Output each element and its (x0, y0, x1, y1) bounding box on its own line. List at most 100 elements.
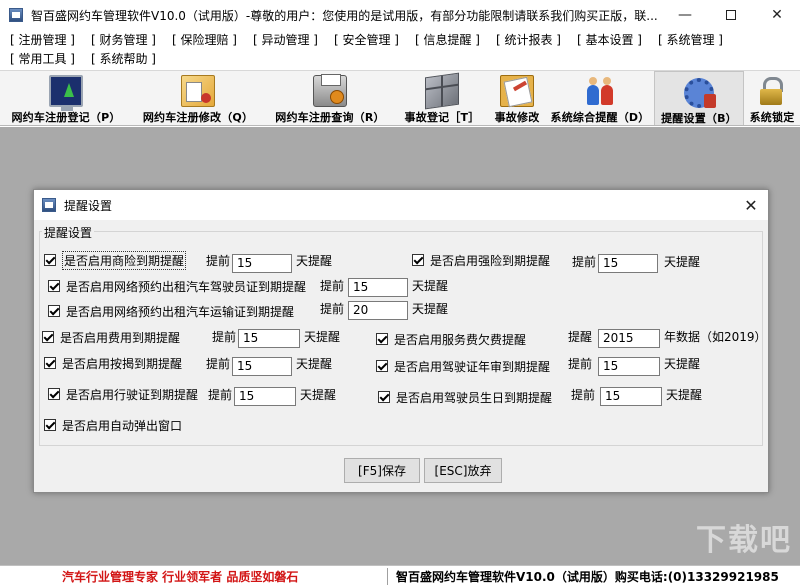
transport-cert-checkbox[interactable]: 是否启用网络预约出租汽车运输证到期提醒 (48, 302, 294, 320)
cancel-button[interactable]: [ESC]放弃 (424, 458, 502, 483)
folder-icon (500, 75, 534, 107)
dialog-app-icon (42, 198, 56, 212)
box-icon (425, 73, 459, 110)
toolbar-label: 提醒设置（B） (661, 110, 737, 126)
checkbox-box[interactable] (412, 254, 424, 266)
driver-cert-days-input[interactable]: 15 (348, 278, 408, 297)
toolbar-label: 网约车注册修改（Q） (143, 109, 253, 125)
toolbar-lock-button[interactable]: 系统锁定 (744, 71, 800, 126)
checkbox-box[interactable] (376, 333, 388, 345)
driver-cert-checkbox[interactable]: 是否启用网络预约出租汽车驾驶员证到期提醒 (48, 277, 306, 295)
monitor-icon (49, 75, 83, 107)
driver-cert-prefix: 提前 (320, 277, 344, 295)
menu-finance[interactable]: [ 财务管理 ] (91, 31, 156, 48)
toolbar-register-button[interactable]: 网约车注册登记（P） (0, 71, 132, 126)
menu-reminders[interactable]: [ 信息提醒 ] (415, 31, 480, 48)
license-annual-suffix: 天提醒 (664, 355, 700, 373)
menu-changes[interactable]: [ 异动管理 ] (253, 31, 318, 48)
gear-icon (682, 76, 716, 108)
group-label: 提醒设置 (42, 224, 94, 241)
commercial-suffix: 天提醒 (296, 252, 332, 270)
menu-safety[interactable]: [ 安全管理 ] (334, 31, 399, 48)
menu-row-2: [ 常用工具 ] [ 系统帮助 ] (0, 49, 800, 68)
checkbox-box[interactable] (42, 331, 54, 343)
transport-cert-suffix: 天提醒 (412, 300, 448, 318)
vehicle-license-prefix: 提前 (208, 386, 232, 404)
toolbar-label: 事故登记［T］ (405, 109, 480, 125)
commercial-insurance-checkbox[interactable]: 是否启用商险到期提醒 (44, 251, 186, 269)
people-icon (583, 75, 617, 107)
mortgage-days-input[interactable]: 15 (232, 357, 292, 376)
toolbar-overview-reminder-button[interactable]: 系统综合提醒（D） (546, 71, 654, 126)
commercial-days-input[interactable]: 15 (232, 254, 292, 273)
menu-basic-settings[interactable]: [ 基本设置 ] (577, 31, 642, 48)
card-icon (181, 75, 215, 107)
menu-system[interactable]: [ 系统管理 ] (658, 31, 723, 48)
driver-cert-suffix: 天提醒 (412, 277, 448, 295)
status-bar: 汽车行业管理专家 行业领军者 品质坚如磐石 智百盛网约车管理软件V10.0（试用… (0, 565, 800, 586)
toolbar-label: 网约车注册查询（R） (275, 109, 384, 125)
save-button[interactable]: [F5]保存 (344, 458, 420, 483)
transport-cert-prefix: 提前 (320, 300, 344, 318)
toolbar-label: 事故修改 (495, 109, 540, 125)
title-bar: 智百盛网约车管理软件V10.0（试用版）-尊敬的用户：您使用的是试用版，有部分功… (0, 0, 800, 30)
license-annual-checkbox[interactable]: 是否启用驾驶证年审到期提醒 (376, 357, 550, 375)
checkbox-box[interactable] (378, 391, 390, 403)
mortgage-prefix: 提前 (206, 355, 230, 373)
toolbar-query-button[interactable]: 网约车注册查询（R） (264, 71, 396, 126)
driver-birthday-checkbox[interactable]: 是否启用驾驶员生日到期提醒 (378, 388, 552, 406)
close-button[interactable]: ✕ (754, 0, 800, 30)
toolbar-accident-register-button[interactable]: 事故登记［T］ (396, 71, 488, 126)
checkbox-box[interactable] (48, 388, 60, 400)
toolbar-label: 系统综合提醒（D） (551, 109, 650, 125)
commercial-prefix: 提前 (206, 252, 230, 270)
reminder-settings-dialog: 提醒设置 ✕ 提醒设置 是否启用商险到期提醒 提前 15 天提醒 是否启用强险到… (33, 189, 769, 493)
compulsory-days-input[interactable]: 15 (598, 254, 658, 273)
maximize-icon (726, 10, 736, 20)
menu-row-1: [ 注册管理 ] [ 财务管理 ] [ 保险理赔 ] [ 异动管理 ] [ 安全… (0, 30, 800, 49)
minimize-button[interactable]: — (662, 0, 708, 30)
toolbar-modify-button[interactable]: 网约车注册修改（Q） (132, 71, 264, 126)
status-product-info: 智百盛网约车管理软件V10.0（试用版）购买电话:(0)13329921985 (396, 568, 779, 585)
driver-birthday-days-input[interactable]: 15 (600, 387, 662, 406)
vehicle-license-checkbox[interactable]: 是否启用行驶证到期提醒 (48, 385, 198, 403)
auto-popup-checkbox[interactable]: 是否启用自动弹出窗口 (44, 416, 182, 434)
service-fee-year-input[interactable]: 2015 (598, 329, 660, 348)
menu-reports[interactable]: [ 统计报表 ] (496, 31, 561, 48)
compulsory-insurance-checkbox[interactable]: 是否启用强险到期提醒 (412, 251, 550, 269)
fees-checkbox[interactable]: 是否启用费用到期提醒 (42, 328, 180, 346)
vehicle-license-suffix: 天提醒 (300, 386, 336, 404)
fees-days-input[interactable]: 15 (238, 329, 300, 348)
checkbox-box[interactable] (48, 280, 60, 292)
vehicle-license-days-input[interactable]: 15 (234, 387, 296, 406)
status-slogan: 汽车行业管理专家 行业领军者 品质坚如磐石 (62, 568, 387, 585)
service-fee-checkbox[interactable]: 是否启用服务费欠费提醒 (376, 330, 526, 348)
app-icon (9, 8, 23, 22)
checkbox-box[interactable] (44, 419, 56, 431)
transport-cert-days-input[interactable]: 20 (348, 301, 408, 320)
toolbar-label: 网约车注册登记（P） (11, 109, 120, 125)
menu-insurance[interactable]: [ 保险理赔 ] (172, 31, 237, 48)
maximize-button[interactable] (708, 0, 754, 30)
compulsory-prefix: 提前 (572, 253, 596, 271)
toolbar-accident-modify-button[interactable]: 事故修改 (488, 71, 546, 126)
toolbar-reminder-settings-button[interactable]: 提醒设置（B） (654, 71, 744, 126)
menu-help[interactable]: [ 系统帮助 ] (91, 50, 156, 67)
status-separator (387, 568, 388, 585)
mortgage-suffix: 天提醒 (296, 355, 332, 373)
checkbox-box[interactable] (44, 254, 56, 266)
dialog-title-bar: 提醒设置 ✕ (34, 190, 768, 220)
mortgage-checkbox[interactable]: 是否启用按揭到期提醒 (44, 354, 182, 372)
checkbox-box[interactable] (376, 360, 388, 372)
checkbox-box[interactable] (44, 357, 56, 369)
fees-suffix: 天提醒 (304, 328, 340, 346)
service-fee-prefix: 提醒 (568, 328, 592, 346)
menu-register[interactable]: [ 注册管理 ] (10, 31, 75, 48)
driver-birthday-prefix: 提前 (571, 386, 595, 404)
menu-tools[interactable]: [ 常用工具 ] (10, 50, 75, 67)
license-annual-days-input[interactable]: 15 (598, 357, 660, 376)
checkbox-box[interactable] (48, 305, 60, 317)
toolbar: 网约车注册登记（P） 网约车注册修改（Q） 网约车注册查询（R） 事故登记［T］… (0, 70, 800, 126)
watermark: 下载吧 (696, 515, 792, 559)
dialog-close-button[interactable]: ✕ (740, 194, 762, 216)
